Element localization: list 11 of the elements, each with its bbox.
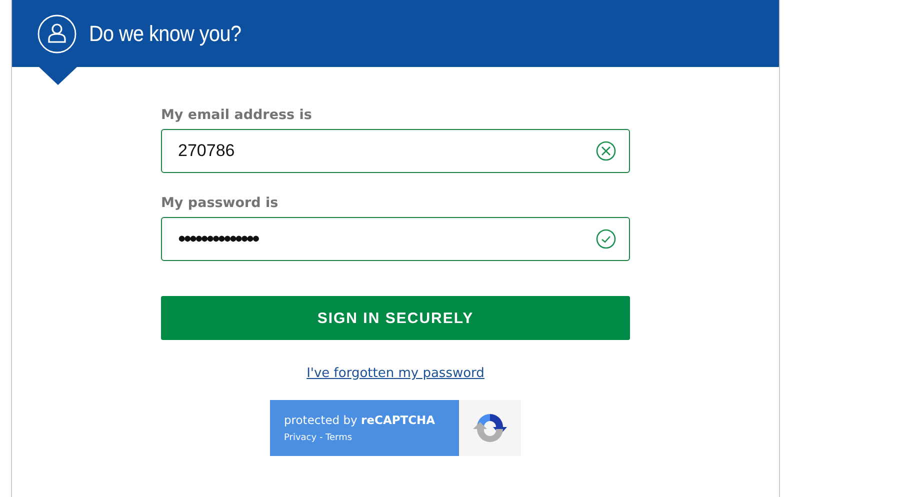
recaptcha-text: protected by reCAPTCHA <box>284 413 436 427</box>
sign-in-button[interactable]: SIGN IN SECURELY <box>161 296 630 340</box>
check-icon <box>596 229 616 249</box>
clear-icon[interactable] <box>596 141 616 161</box>
user-icon <box>37 14 77 54</box>
input-field[interactable]: 270786 <box>161 129 630 173</box>
forgot-password-link[interactable]: I've forgotten my password <box>306 366 484 381</box>
field-label: My password is <box>161 195 280 212</box>
header-title: Do we know you? <box>89 20 242 46</box>
input-field[interactable]: •••••••••••••• <box>161 217 630 261</box>
field-label: My email address is <box>161 107 313 124</box>
